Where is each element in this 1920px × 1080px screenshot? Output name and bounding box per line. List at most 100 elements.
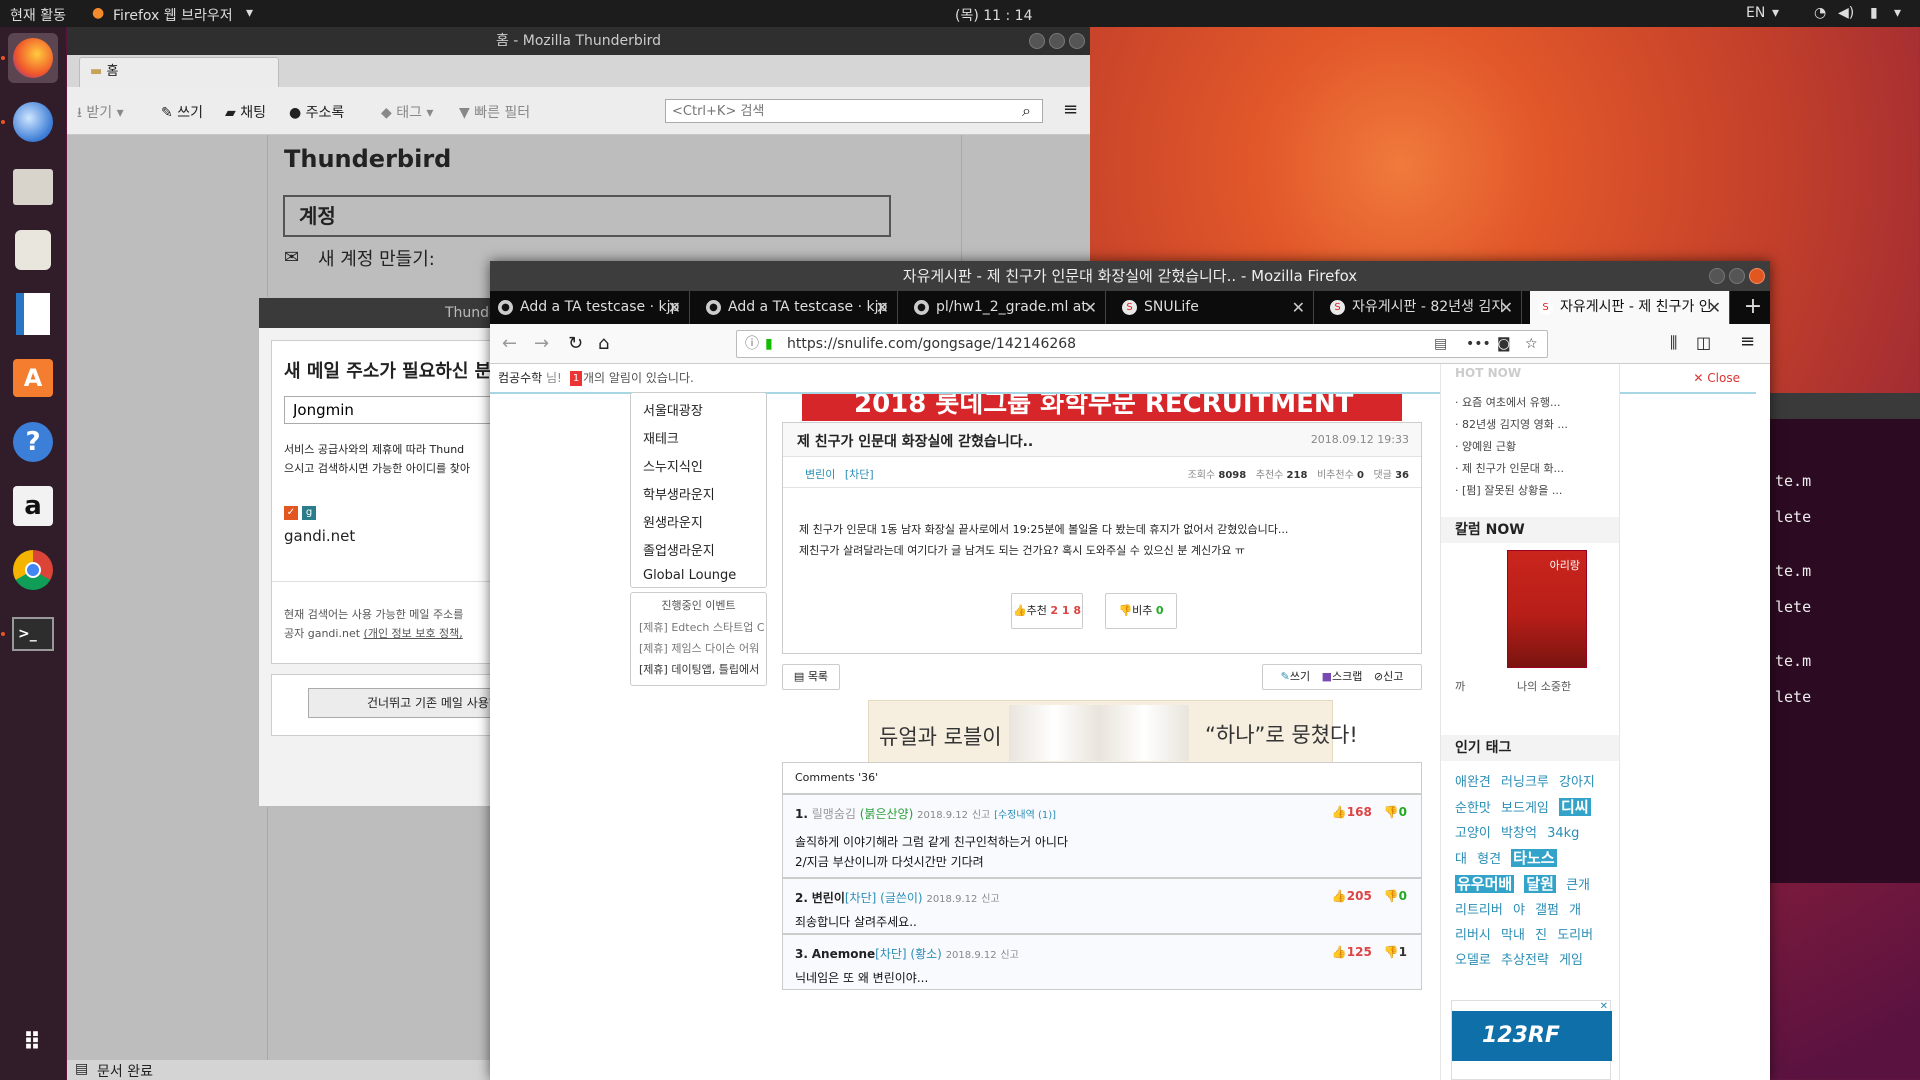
report-button[interactable]: ⊘신고 (1374, 670, 1403, 683)
url-bar[interactable]: ⓘ ▮ https://snulife.com/gongsage/1421462… (736, 330, 1548, 358)
not-recommend-button[interactable]: 👎비추 0 (1105, 593, 1177, 629)
address-book-button[interactable]: ● 주소록 (289, 102, 344, 122)
rhythmbox-launcher[interactable] (8, 225, 58, 275)
column-caption[interactable]: 나의 소중한 (1517, 678, 1571, 694)
event-link[interactable]: [제휴] 제임스 다이슨 어워 (639, 640, 759, 656)
language-indicator[interactable]: EN (1746, 5, 1765, 21)
thumbs-up-icon[interactable]: 👍 (1332, 805, 1347, 819)
tag-link[interactable]: 애완견 (1455, 775, 1491, 790)
software-launcher[interactable]: A (8, 353, 58, 403)
sidebar-icon[interactable]: ◫ (1696, 333, 1711, 352)
close-tab-icon[interactable]: ✕ (668, 291, 681, 324)
maximize-button[interactable] (1049, 33, 1065, 49)
app-menu[interactable]: Firefox 웹 브라우저 (113, 5, 233, 25)
menu-icon[interactable]: ≡ (1063, 99, 1078, 120)
battery-icon[interactable]: ▮ (1870, 5, 1878, 21)
tab-home[interactable]: ▬ 홈 (79, 57, 279, 87)
thumbs-down-icon[interactable]: 👎 (1384, 805, 1399, 819)
write-button[interactable]: ✎ 쓰기 (161, 102, 203, 122)
search-icon[interactable]: ⌕ (1022, 101, 1031, 121)
terminal-window[interactable]: te.m lete te.m lete te.m lete (1765, 393, 1920, 883)
tag-link[interactable]: 게임 (1559, 953, 1583, 968)
nav-item[interactable]: Global Lounge (643, 568, 736, 583)
page-actions-icon[interactable]: ••• (1466, 331, 1491, 357)
close-tab-icon[interactable]: ✕ (1084, 291, 1097, 324)
column-book-cover[interactable]: 아리랑 (1507, 550, 1587, 668)
comment-author[interactable]: Anemone (812, 947, 875, 961)
privacy-link[interactable]: (개인 정보 보호 정책, (364, 627, 463, 640)
nav-item[interactable]: 재테크 (643, 428, 679, 447)
tag-link[interactable]: 큰개 (1566, 878, 1590, 893)
forward-icon[interactable]: → (534, 333, 549, 354)
event-link[interactable]: [제휴] 데이팅앱, 틀립에서 (639, 661, 759, 677)
tag-link[interactable]: 34kg (1547, 826, 1579, 841)
close-notification[interactable]: ✕ Close (1693, 364, 1740, 392)
recommend-button[interactable]: 👍추천 2 1 8 (1011, 593, 1083, 629)
ad-123rf[interactable]: 123RF ✕ (1451, 1000, 1612, 1080)
tag-link[interactable]: 야 (1513, 903, 1525, 918)
comment-author[interactable]: 변린이 (812, 891, 845, 905)
thumbs-up-icon[interactable]: 👍 (1332, 945, 1347, 959)
close-tab-icon[interactable]: ✕ (1292, 291, 1305, 324)
wifi-icon[interactable]: ◔ (1814, 5, 1826, 21)
tab-github-1[interactable]: ● Add a TA testcase · kjp ✕ (490, 291, 690, 324)
ad-banner[interactable]: 듀얼과 로블이 “하나”로 뭉쳤다! (868, 700, 1358, 764)
hot-item[interactable]: · 82년생 김지영 영화 ... (1455, 414, 1568, 436)
menu-icon[interactable]: ≡ (1740, 331, 1755, 352)
close-button[interactable] (1749, 268, 1765, 284)
close-tab-icon[interactable]: ✕ (876, 291, 889, 324)
tag-link[interactable]: 리트리버 (1455, 903, 1503, 918)
pocket-icon[interactable]: ◙ (1497, 331, 1511, 357)
tab-github-3[interactable]: ● pl/hw1_2_grade.ml at ✕ (906, 291, 1106, 324)
nav-item[interactable]: 원생라운지 (643, 512, 703, 531)
close-button[interactable] (1069, 33, 1085, 49)
thumbs-down-icon[interactable]: 👎 (1384, 945, 1399, 959)
hot-item[interactable]: · [펌] 잘못된 상황을 ... (1455, 480, 1568, 502)
notification-badge[interactable]: 1 (570, 371, 582, 386)
nav-item[interactable]: 학부생라운지 (643, 484, 715, 503)
tag-button[interactable]: ◆ 태그 ▾ (381, 102, 433, 122)
event-link[interactable]: [제휴] Edtech 스타트업 C (639, 619, 765, 635)
ad-close-icon[interactable]: ✕ (1600, 1001, 1608, 1012)
clock[interactable]: (목) 11 : 14 (955, 5, 1033, 25)
minimize-button[interactable] (1029, 33, 1045, 49)
report-link[interactable]: 신고 (981, 894, 999, 905)
reader-view-icon[interactable]: ▤ (1434, 331, 1447, 357)
show-applications-icon[interactable]: ⠿ (8, 1017, 58, 1067)
tag-link[interactable]: 추상전략 (1501, 953, 1549, 968)
tag-link[interactable]: 진 (1535, 928, 1547, 943)
nav-item[interactable]: 서울대광장 (643, 400, 703, 419)
tag-link[interactable]: 러닝크루 (1501, 775, 1549, 790)
nav-item[interactable]: 스누지식인 (643, 456, 703, 475)
tab-board-82[interactable]: S 자유게시판 - 82년생 김지 ✕ (1322, 291, 1522, 324)
quick-filter-button[interactable]: ▼ 빠른 필터 (459, 102, 530, 122)
write-button[interactable]: ✎쓰기 (1281, 670, 1310, 683)
report-link[interactable]: 신고 (1000, 950, 1018, 961)
search-input[interactable] (665, 99, 1043, 123)
info-icon[interactable]: ⓘ (745, 331, 759, 357)
tab-github-2[interactable]: ● Add a TA testcase · kjp ✕ (698, 291, 898, 324)
help-launcher[interactable]: ? (8, 417, 58, 467)
tag-link[interactable]: 달원 (1524, 875, 1556, 893)
close-tab-icon[interactable]: ✕ (1500, 291, 1513, 324)
tag-link[interactable]: 리버시 (1455, 928, 1491, 943)
library-icon[interactable]: ⫼ (1670, 333, 1677, 353)
amazon-launcher[interactable]: a (8, 481, 58, 531)
tag-link[interactable]: 도리버 (1557, 928, 1593, 943)
minimize-button[interactable] (1709, 268, 1725, 284)
maximize-button[interactable] (1729, 268, 1745, 284)
thunderbird-launcher[interactable] (8, 97, 58, 147)
tag-link[interactable]: 박창억 (1501, 826, 1537, 841)
comment-author[interactable]: 릴맹숨김 (812, 807, 856, 821)
terminal-launcher[interactable]: >_ (8, 609, 58, 659)
edit-history-link[interactable]: [수정내역 (1)] (994, 810, 1056, 821)
nav-item[interactable]: 졸업생라운지 (643, 540, 715, 559)
tag-link[interactable]: 형견 (1477, 852, 1501, 867)
thumbs-down-icon[interactable]: 👎 (1384, 889, 1399, 903)
post-author[interactable]: 변린이 (805, 468, 835, 481)
tag-link[interactable]: 개 (1569, 903, 1581, 918)
report-link[interactable]: 신고 (972, 810, 990, 821)
get-messages-button[interactable]: ⭳ 받기 ▾ (77, 102, 124, 126)
tab-board-current[interactable]: S 자유게시판 - 제 친구가 인 ✕ (1530, 291, 1730, 324)
tag-link[interactable]: 순한맛 (1455, 801, 1491, 816)
